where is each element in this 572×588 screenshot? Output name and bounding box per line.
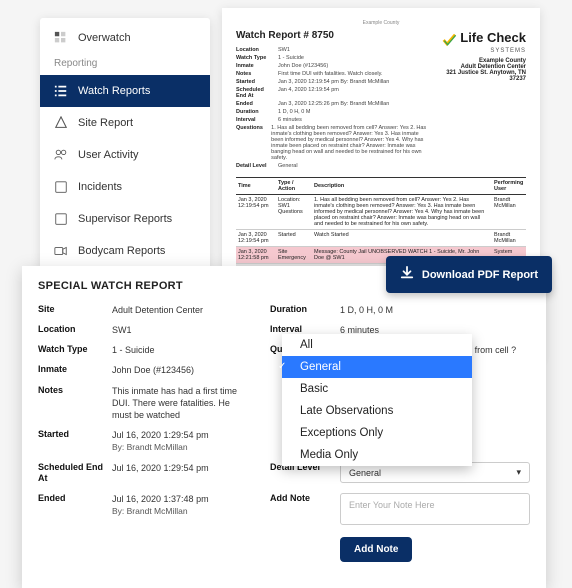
sidebar-item-label: User Activity — [78, 149, 139, 161]
sidebar-item-label: Supervisor Reports — [78, 213, 172, 225]
doc-county-header: Example County — [236, 20, 526, 26]
started-value: Jul 16, 2020 1:29:54 pm By: Brandt McMil… — [112, 429, 209, 454]
dropdown-item-all[interactable]: All — [282, 334, 472, 356]
download-label: Download PDF Report — [422, 269, 538, 281]
table-row: Jan 3, 2020 12:19:54 pmLocation: SW1 Que… — [236, 195, 526, 230]
add-note-button[interactable]: Add Note — [340, 537, 412, 562]
dropdown-item-general[interactable]: General — [282, 356, 472, 378]
inmate-value: John Doe (#123456) — [112, 364, 194, 376]
location-value: SW1 — [112, 324, 132, 336]
sidebar-item-label: Overwatch — [78, 32, 131, 44]
sidebar-item-supervisor-reports[interactable]: Supervisor Reports — [40, 203, 210, 235]
duration-value: 1 D, 0 H, 0 M — [340, 304, 393, 316]
sidebar-item-user-activity[interactable]: User Activity — [40, 139, 210, 171]
scheduled-end-value: Jul 16, 2020 1:29:54 pm — [112, 462, 209, 485]
brand-address: Example County Adult Detention Center 32… — [431, 58, 526, 82]
chevron-down-icon: ▾ — [516, 467, 521, 478]
square-icon — [54, 180, 68, 194]
table-row: Jan 3, 2020 12:19:54 pmStartedWatch Star… — [236, 230, 526, 247]
dropdown-item-media-only[interactable]: Media Only — [282, 444, 472, 466]
panel-left-column: SiteAdult Detention Center LocationSW1 W… — [38, 304, 244, 570]
sidebar-item-label: Bodycam Reports — [78, 245, 165, 257]
dropdown-item-exceptions-only[interactable]: Exceptions Only — [282, 422, 472, 444]
camera-icon — [54, 244, 68, 258]
sidebar-nav: Overwatch Reporting Watch Reports Site R… — [40, 18, 210, 271]
square-icon — [54, 212, 68, 226]
watch-report-detail-panel: Download PDF Report SPECIAL WATCH REPORT… — [22, 266, 546, 588]
sidebar-item-label: Watch Reports — [78, 85, 150, 97]
download-pdf-button[interactable]: Download PDF Report — [386, 256, 552, 293]
ended-value: Jul 16, 2020 1:37:48 pm By: Brandt McMil… — [112, 493, 209, 518]
map-pin-icon — [54, 116, 68, 130]
sidebar-item-overwatch[interactable]: Overwatch — [40, 22, 210, 54]
sidebar-item-label: Site Report — [78, 117, 133, 129]
sidebar-section-label: Reporting — [40, 54, 210, 75]
download-icon — [400, 266, 414, 283]
doc-fields: LocationSW1 Watch Type1 - Suicide Inmate… — [236, 47, 431, 169]
detail-level-dropdown-menu: All General Basic Late Observations Exce… — [282, 334, 472, 466]
watchtype-value: 1 - Suicide — [112, 344, 155, 356]
sidebar-item-bodycam-reports[interactable]: Bodycam Reports — [40, 235, 210, 267]
dropdown-item-late-observations[interactable]: Late Observations — [282, 400, 472, 422]
dropdown-item-basic[interactable]: Basic — [282, 378, 472, 400]
add-note-input[interactable]: Enter Your Note Here — [340, 493, 530, 525]
doc-report-title: Watch Report # 8750 — [236, 30, 431, 41]
panel-right-column: Duration1 D, 0 H, 0 M Interval6 minutes … — [270, 304, 530, 570]
check-mark-icon — [441, 32, 457, 48]
dashboard-icon — [54, 31, 68, 45]
sidebar-item-site-report[interactable]: Site Report — [40, 107, 210, 139]
brand-sub: SYSTEMS — [431, 48, 526, 54]
brand-logo: Life Check SYSTEMS Example County Adult … — [431, 30, 526, 171]
user-group-icon — [54, 148, 68, 162]
brand-name: Life Check — [460, 30, 526, 45]
sidebar-item-incidents[interactable]: Incidents — [40, 171, 210, 203]
site-value: Adult Detention Center — [112, 304, 203, 316]
sidebar-item-watch-reports[interactable]: Watch Reports — [40, 75, 210, 107]
notes-value: This inmate has had a first time DUI. Th… — [112, 385, 244, 421]
list-icon — [54, 84, 68, 98]
sidebar-item-label: Incidents — [78, 181, 122, 193]
